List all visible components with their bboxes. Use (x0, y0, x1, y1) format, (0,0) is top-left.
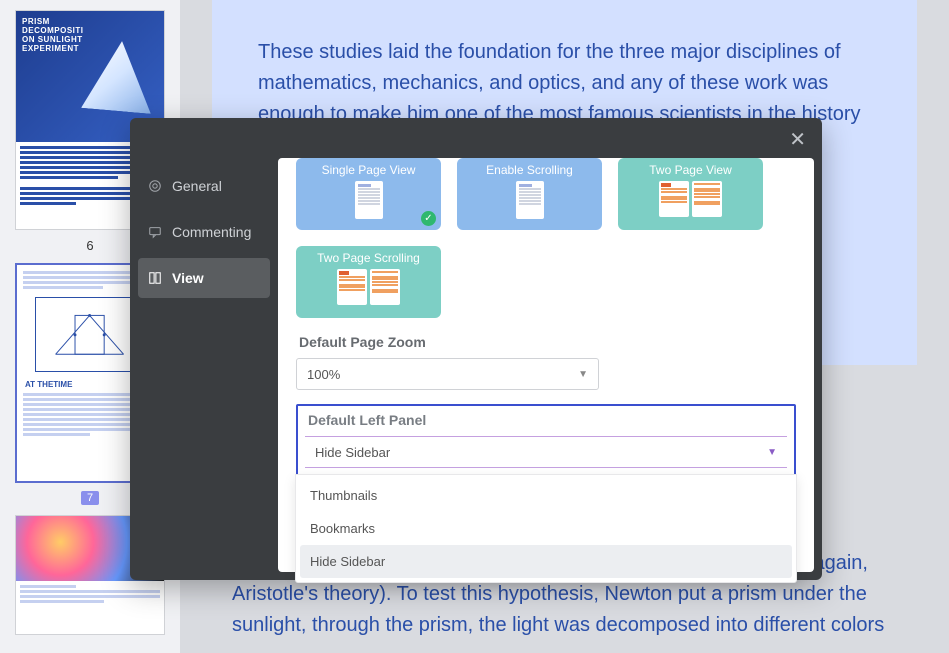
thumbnail-number: 7 (81, 491, 99, 505)
diagram-graphic (35, 297, 145, 372)
chevron-down-icon: ▼ (578, 369, 588, 380)
view-mode-single-page[interactable]: Single Page View ✓ (296, 158, 441, 230)
thumb-title-line: EXPERIMENT (22, 44, 79, 53)
view-mode-label: Two Page Scrolling (317, 251, 420, 265)
thumb-title-line: DECOMPOSITI (22, 26, 84, 35)
gear-icon (148, 179, 162, 193)
view-mode-two-page-scrolling[interactable]: Two Page Scrolling (296, 246, 441, 318)
option-bookmarks[interactable]: Bookmarks (300, 512, 792, 545)
thumb-title-line: ON SUNLIGHT (22, 35, 83, 44)
thumbnail-number: 6 (86, 238, 93, 253)
left-panel-options: Thumbnails Bookmarks Hide Sidebar (295, 474, 797, 583)
close-icon[interactable]: ✕ (789, 130, 806, 150)
checkmark-icon: ✓ (421, 211, 436, 226)
comment-icon (148, 225, 162, 239)
chevron-down-icon: ▼ (767, 447, 777, 458)
thumb-title-line: PRISM (22, 17, 50, 26)
left-panel-value: Hide Sidebar (315, 445, 390, 460)
option-thumbnails[interactable]: Thumbnails (300, 479, 792, 512)
settings-modal: ✕ General Commenting Vie (130, 118, 822, 580)
sidebar-item-commenting[interactable]: Commenting (138, 212, 270, 252)
option-hide-sidebar[interactable]: Hide Sidebar (300, 545, 792, 578)
sidebar-item-view[interactable]: View (138, 258, 270, 298)
zoom-value: 100% (307, 367, 340, 382)
view-mode-label: Two Page View (649, 163, 732, 177)
view-mode-enable-scrolling[interactable]: Enable Scrolling (457, 158, 602, 230)
modal-sidebar: General Commenting View (130, 118, 278, 580)
document-text: These studies laid the foundation for th… (258, 37, 871, 130)
view-icon (148, 271, 162, 285)
zoom-dropdown[interactable]: 100% ▼ (296, 358, 599, 390)
modal-content: Single Page View ✓ Enable Scrolling Two … (278, 158, 814, 572)
view-mode-two-page[interactable]: Two Page View (618, 158, 763, 230)
sidebar-label: Commenting (172, 224, 251, 240)
view-mode-label: Enable Scrolling (486, 163, 573, 177)
zoom-label: Default Page Zoom (299, 334, 796, 350)
left-panel-dropdown[interactable]: Hide Sidebar ▼ (305, 436, 787, 468)
sidebar-label: General (172, 178, 222, 194)
left-panel-label: Default Left Panel (308, 412, 787, 428)
view-mode-label: Single Page View (322, 163, 416, 177)
left-panel-section: Default Left Panel Hide Sidebar ▼ Thumbn… (296, 404, 796, 476)
sidebar-label: View (172, 270, 204, 286)
sidebar-item-general[interactable]: General (138, 166, 270, 206)
